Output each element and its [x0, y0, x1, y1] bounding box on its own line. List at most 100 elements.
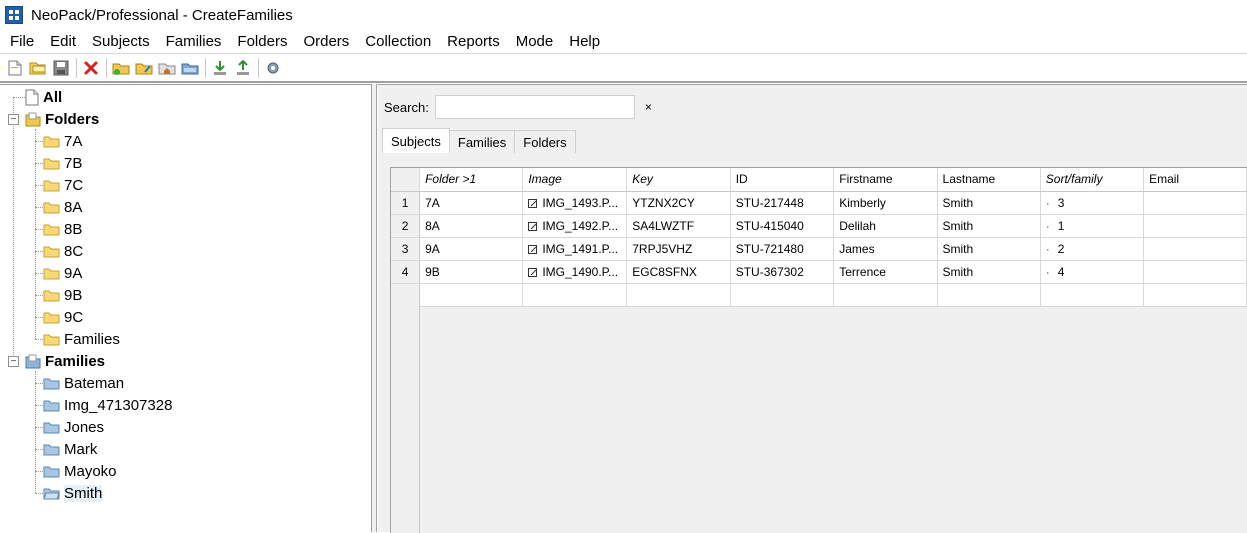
cell-folder[interactable]: 7A: [419, 191, 524, 215]
column-header-image[interactable]: Image: [522, 168, 628, 192]
column-header-key[interactable]: Key: [626, 168, 731, 192]
menu-subjects[interactable]: Subjects: [84, 30, 158, 54]
pane-splitter[interactable]: [372, 84, 377, 532]
cell-sort-family[interactable]: · 1: [1040, 214, 1145, 238]
export-icon[interactable]: [232, 57, 254, 79]
cell-lastname[interactable]: Smith: [937, 191, 1041, 215]
tree-item-all[interactable]: All: [25, 86, 62, 108]
cell-sort-family[interactable]: · 4: [1040, 260, 1145, 284]
menu-file[interactable]: File: [2, 30, 42, 54]
cell-empty[interactable]: [1143, 283, 1247, 307]
tree-item-folder-families[interactable]: Families: [43, 328, 120, 350]
tree-item-family-bateman[interactable]: Bateman: [43, 372, 124, 394]
tree-item-folders[interactable]: Folders: [25, 108, 99, 130]
cell-firstname[interactable]: James: [833, 237, 938, 261]
cell-email[interactable]: [1143, 260, 1247, 284]
tree-item-families[interactable]: Families: [25, 350, 105, 372]
folder-move-icon[interactable]: [179, 57, 201, 79]
table-row[interactable]: 2 8A IMG_1492.P... SA4LWZTF STU-415040 D…: [391, 214, 1247, 238]
tree-item-folder-9b[interactable]: 9B: [43, 284, 82, 306]
column-header-sort-family[interactable]: Sort/family: [1040, 168, 1145, 192]
menu-help[interactable]: Help: [561, 30, 608, 54]
collapse-families-toggle[interactable]: −: [8, 356, 19, 367]
new-file-icon[interactable]: [4, 57, 26, 79]
settings-icon[interactable]: [262, 57, 284, 79]
cell-id[interactable]: STU-415040: [730, 214, 835, 238]
clear-search-button[interactable]: ×: [645, 100, 652, 114]
cell-lastname[interactable]: Smith: [937, 260, 1041, 284]
row-number[interactable]: 3: [391, 237, 421, 261]
menu-collection[interactable]: Collection: [357, 30, 439, 54]
tree-item-folder-8c[interactable]: 8C: [43, 240, 83, 262]
cell-sort-family[interactable]: · 2: [1040, 237, 1145, 261]
cell-lastname[interactable]: Smith: [937, 237, 1041, 261]
cell-folder[interactable]: 9A: [419, 237, 524, 261]
row-number[interactable]: 1: [391, 191, 421, 215]
tree-item-family-mark[interactable]: Mark: [43, 438, 97, 460]
cell-key[interactable]: SA4LWZTF: [626, 214, 731, 238]
cell-email[interactable]: [1143, 214, 1247, 238]
cell-empty[interactable]: [1040, 283, 1145, 307]
tab-subjects[interactable]: Subjects: [382, 128, 450, 153]
tree-item-folder-7b[interactable]: 7B: [43, 152, 82, 174]
cell-key[interactable]: EGC8SFNX: [626, 260, 731, 284]
menu-mode[interactable]: Mode: [508, 30, 562, 54]
folder-edit-icon[interactable]: [133, 57, 155, 79]
row-number[interactable]: 2: [391, 214, 421, 238]
cell-id[interactable]: STU-721480: [730, 237, 835, 261]
folder-home-icon[interactable]: [156, 57, 178, 79]
tree-item-folder-9c[interactable]: 9C: [43, 306, 83, 328]
cell-firstname[interactable]: Terrence: [833, 260, 938, 284]
cell-empty[interactable]: [522, 283, 628, 307]
menu-edit[interactable]: Edit: [42, 30, 84, 54]
cell-empty[interactable]: [419, 283, 524, 307]
cell-empty[interactable]: [937, 283, 1041, 307]
cell-email[interactable]: [1143, 191, 1247, 215]
cell-key[interactable]: YTZNX2CY: [626, 191, 731, 215]
cell-firstname[interactable]: Delilah: [833, 214, 938, 238]
cell-id[interactable]: STU-217448: [730, 191, 835, 215]
column-header-email[interactable]: Email: [1143, 168, 1247, 192]
tree-item-family-jones[interactable]: Jones: [43, 416, 104, 438]
cell-image[interactable]: IMG_1491.P...: [522, 237, 628, 261]
cell-lastname[interactable]: Smith: [937, 214, 1041, 238]
menu-families[interactable]: Families: [158, 30, 230, 54]
cell-image[interactable]: IMG_1492.P...: [522, 214, 628, 238]
column-header-folder[interactable]: Folder >1: [419, 168, 524, 192]
cell-image[interactable]: IMG_1490.P...: [522, 260, 628, 284]
tab-folders[interactable]: Folders: [514, 130, 576, 153]
row-number-empty[interactable]: [391, 283, 421, 307]
tree-item-folder-7c[interactable]: 7C: [43, 174, 83, 196]
cell-key[interactable]: 7RPJ5VHZ: [626, 237, 731, 261]
tree-item-family-smith[interactable]: Smith: [43, 482, 103, 504]
column-header-lastname[interactable]: Lastname: [937, 168, 1041, 192]
column-header-id[interactable]: ID: [730, 168, 835, 192]
cell-empty[interactable]: [626, 283, 731, 307]
cell-empty[interactable]: [833, 283, 938, 307]
cell-empty[interactable]: [730, 283, 835, 307]
search-input[interactable]: [434, 95, 635, 119]
tree-item-family-img-471307328[interactable]: Img_471307328: [43, 394, 172, 416]
table-row[interactable]: 3 9A IMG_1491.P... 7RPJ5VHZ STU-721480 J…: [391, 237, 1247, 261]
import-icon[interactable]: [209, 57, 231, 79]
save-icon[interactable]: [50, 57, 72, 79]
tree-item-family-mayoko[interactable]: Mayoko: [43, 460, 117, 482]
tree-item-folder-7a[interactable]: 7A: [43, 130, 82, 152]
cell-sort-family[interactable]: · 3: [1040, 191, 1145, 215]
row-number[interactable]: 4: [391, 260, 421, 284]
cell-firstname[interactable]: Kimberly: [833, 191, 938, 215]
menu-folders[interactable]: Folders: [229, 30, 295, 54]
delete-icon[interactable]: [80, 57, 102, 79]
table-row[interactable]: 1 7A IMG_1493.P... YTZNX2CY STU-217448 K…: [391, 191, 1247, 215]
folder-add-icon[interactable]: [110, 57, 132, 79]
menu-orders[interactable]: Orders: [295, 30, 357, 54]
cell-email[interactable]: [1143, 237, 1247, 261]
cell-id[interactable]: STU-367302: [730, 260, 835, 284]
table-corner[interactable]: [391, 168, 421, 192]
table-row[interactable]: 4 9B IMG_1490.P... EGC8SFNX STU-367302 T…: [391, 260, 1247, 284]
cell-image[interactable]: IMG_1493.P...: [522, 191, 628, 215]
open-folder-icon[interactable]: [27, 57, 49, 79]
column-header-firstname[interactable]: Firstname: [833, 168, 938, 192]
new-row-placeholder[interactable]: [391, 283, 1247, 307]
menu-reports[interactable]: Reports: [439, 30, 508, 54]
